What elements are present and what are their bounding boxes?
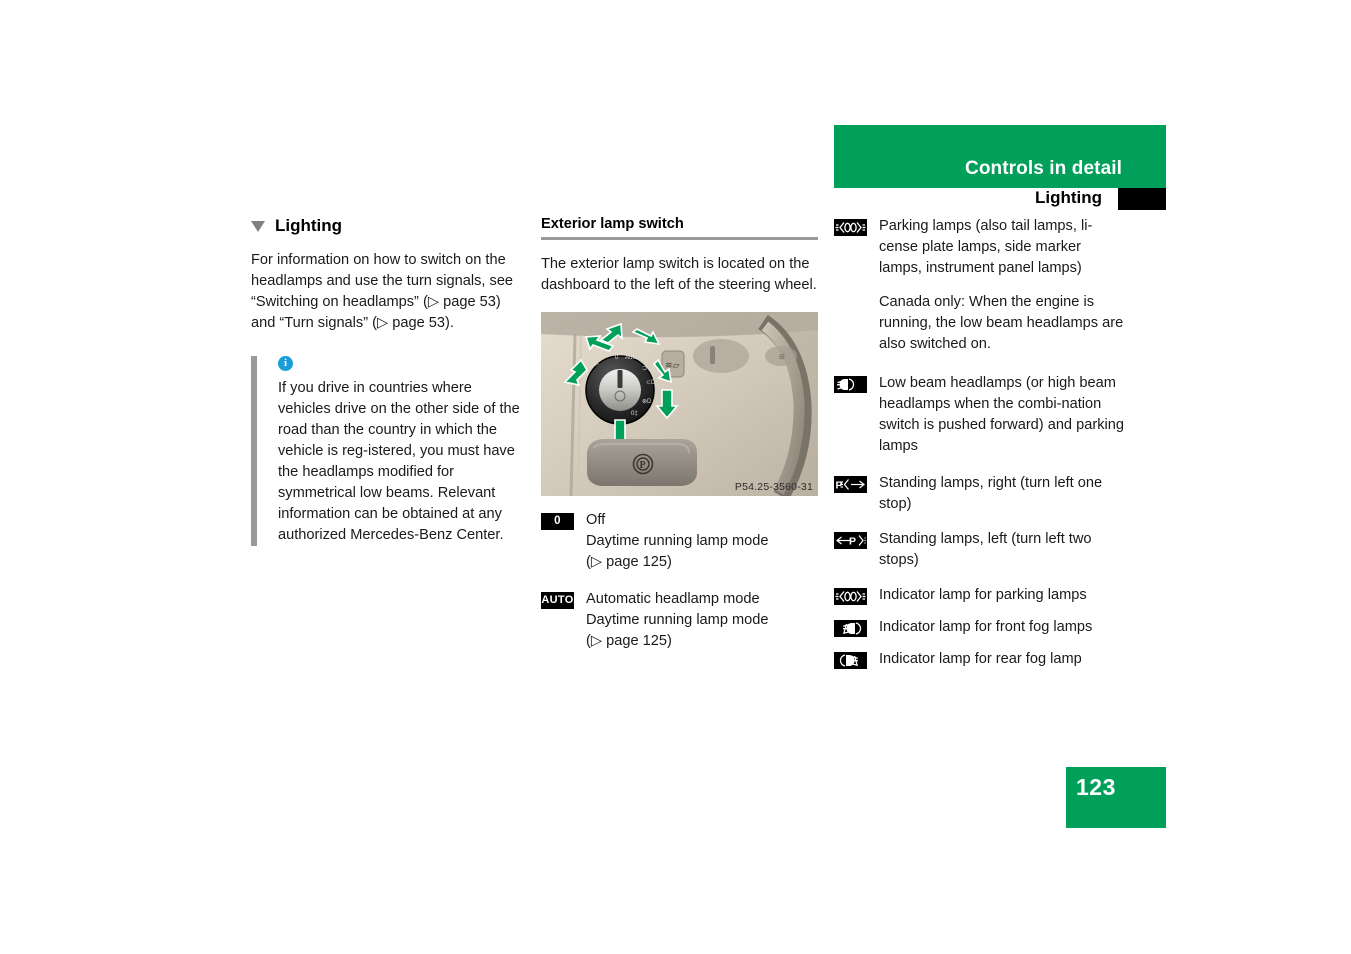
middle-column: Exterior lamp switch The exterior lamp s… — [541, 216, 818, 652]
svg-text:0‡: 0‡ — [631, 411, 638, 417]
legend-main-text: Indicator lamp for front fog lamps — [879, 619, 1093, 635]
chapter-title: Controls in detail — [965, 158, 1122, 179]
standing-lamps-right-icon: P — [834, 476, 867, 493]
lighting-intro-text: For information on how to switch on the … — [251, 250, 523, 334]
legend-item-parking-lamp-indicator-text: Indicator lamp for parking lamps — [879, 585, 1087, 606]
rear-fog-lamp-indicator-icon-glyph — [839, 654, 859, 667]
front-fog-lamps-indicator-icon-glyph — [842, 622, 862, 635]
info-note-text: If you drive in countries where vehicles… — [278, 380, 520, 543]
legend-item-standing-lamps-left-text: Standing lamps, left (turn left two stop… — [879, 529, 1124, 571]
parking-lamps-icon-glyph — [835, 222, 866, 233]
chapter-header-banner: Controls in detail — [834, 125, 1166, 188]
info-note-block: i If you drive in countries where vehicl… — [251, 356, 523, 546]
legend-item-rear-fog-indicator: Indicator lamp for rear fog lamp — [834, 649, 1124, 670]
legend-item-low-beam: Low beam headlamps (or high beam headlam… — [834, 373, 1124, 457]
legend-item-off: 0 Off Daytime running lamp mode (▷ page … — [541, 510, 818, 573]
page-number: 123 — [1076, 774, 1116, 800]
legend-item-standing-lamps-left: P Standing lamps, left (turn left two st… — [834, 529, 1124, 571]
legend-item-low-beam-text: Low beam headlamps (or high beam headlam… — [879, 373, 1124, 457]
svg-text:P: P — [849, 536, 856, 548]
lamp-off-icon-label: 0 — [554, 514, 561, 527]
svg-text:⊗D: ⊗D — [642, 399, 652, 405]
exterior-lamp-switch-heading: Exterior lamp switch — [541, 216, 684, 232]
lamp-function-legend: Parking lamps (also tail lamps, li-cense… — [834, 216, 1124, 670]
legend-item-parking-lamps-text: Parking lamps (also tail lamps, li-cense… — [879, 216, 1124, 355]
low-beam-headlamps-icon — [834, 376, 867, 393]
front-fog-lamps-indicator-icon — [834, 620, 867, 637]
rear-fog-lamp-indicator-icon — [834, 652, 867, 669]
exterior-lamp-switch-paragraph: The exterior lamp switch is located on t… — [541, 256, 817, 293]
legend-sub-text: Canada only: When the engine is running,… — [879, 294, 1124, 352]
legend-main-text: Low beam headlamps (or high beam headlam… — [879, 375, 1124, 454]
lighting-section-heading: Lighting — [251, 216, 523, 236]
lighting-section-heading-label: Lighting — [275, 216, 343, 235]
standing-lamps-left-icon: P — [834, 532, 867, 549]
auto-headlamp-icon: AUTO — [541, 592, 574, 609]
page-number-badge: 123 — [1066, 767, 1166, 828]
legend-line: Daytime running lamp mode — [586, 533, 769, 549]
switch-position-legend: 0 Off Daytime running lamp mode (▷ page … — [541, 510, 818, 652]
legend-main-text: Standing lamps, left (turn left two stop… — [879, 531, 1092, 568]
manual-page: Controls in detail Lighting Lighting For… — [0, 0, 1351, 954]
standing-lamps-right-icon-glyph: P — [836, 479, 865, 492]
legend-main-text: Parking lamps (also tail lamps, li-cense… — [879, 218, 1093, 276]
legend-main-text: Indicator lamp for parking lamps — [879, 587, 1087, 603]
legend-item-front-fog-indicator: Indicator lamp for front fog lamps — [834, 617, 1124, 638]
legend-main-text: Indicator lamp for rear fog lamp — [879, 651, 1082, 667]
lamp-switch-photo: ⊞ ≋▱ ⊫ 0 Auto ⊐○⊏ ⊂D ⊗D 0‡ P P54.25-3560… — [541, 312, 818, 496]
legend-item-parking-lamps: Parking lamps (also tail lamps, li-cense… — [834, 216, 1124, 355]
lamp-switch-illustration: ⊞ ≋▱ ⊫ 0 Auto ⊐○⊏ ⊂D ⊗D 0‡ P — [541, 312, 818, 496]
svg-text:Auto: Auto — [625, 355, 638, 361]
photo-caption: P54.25-3560-31 — [734, 481, 813, 493]
auto-headlamp-icon-label: AUTO — [541, 594, 574, 606]
legend-main-text: Standing lamps, right (turn left one sto… — [879, 475, 1103, 512]
svg-text:≋▱: ≋▱ — [665, 360, 680, 370]
legend-line: Daytime running lamp mode — [586, 612, 769, 628]
legend-line: Off — [586, 512, 606, 528]
legend-item-parking-lamp-indicator: Indicator lamp for parking lamps — [834, 585, 1124, 606]
section-header: Lighting — [834, 188, 1166, 212]
standing-lamps-left-icon-glyph: P — [836, 535, 866, 548]
legend-line: Automatic headlamp mode — [586, 591, 760, 607]
left-column: Lighting For information on how to switc… — [251, 216, 523, 546]
heading-divider — [541, 237, 818, 240]
legend-item-standing-lamps-right: P Standing lamps, right (turn left one s… — [834, 473, 1124, 515]
svg-text:P: P — [640, 460, 646, 471]
legend-item-auto-text: Automatic headlamp mode Daytime running … — [586, 589, 769, 652]
right-column: Parking lamps (also tail lamps, li-cense… — [834, 216, 1124, 681]
svg-text:⊫: ⊫ — [594, 361, 599, 368]
lighting-intro-paragraph: For information on how to switch on the … — [251, 252, 514, 331]
legend-line: (▷ page 125) — [586, 633, 672, 649]
legend-item-off-text: Off Daytime running lamp mode (▷ page 12… — [586, 510, 769, 573]
svg-text:⊐○⊏: ⊐○⊏ — [642, 366, 656, 372]
legend-item-standing-lamps-right-text: Standing lamps, right (turn left one sto… — [879, 473, 1124, 515]
legend-line: (▷ page 125) — [586, 554, 672, 570]
parking-lamps-indicator-icon — [834, 588, 867, 605]
low-beam-headlamps-icon-glyph — [836, 378, 855, 391]
legend-item-auto: AUTO Automatic headlamp mode Daytime run… — [541, 589, 818, 652]
parking-lamps-indicator-icon-glyph — [835, 591, 866, 602]
info-icon: i — [278, 356, 293, 371]
note-side-rule — [251, 356, 257, 546]
svg-text:P: P — [836, 480, 843, 492]
legend-item-rear-fog-indicator-text: Indicator lamp for rear fog lamp — [879, 649, 1082, 670]
lamp-off-icon: 0 — [541, 513, 574, 530]
parking-lamps-icon — [834, 219, 867, 236]
svg-text:⊞: ⊞ — [779, 354, 785, 361]
legend-item-front-fog-indicator-text: Indicator lamp for front fog lamps — [879, 617, 1092, 638]
exterior-lamp-switch-text: The exterior lamp switch is located on t… — [541, 254, 818, 296]
section-title: Lighting — [1034, 188, 1102, 207]
chapter-thumb-tab — [1118, 188, 1166, 210]
triangle-down-icon — [251, 220, 265, 232]
svg-text:⊂D: ⊂D — [646, 380, 656, 386]
